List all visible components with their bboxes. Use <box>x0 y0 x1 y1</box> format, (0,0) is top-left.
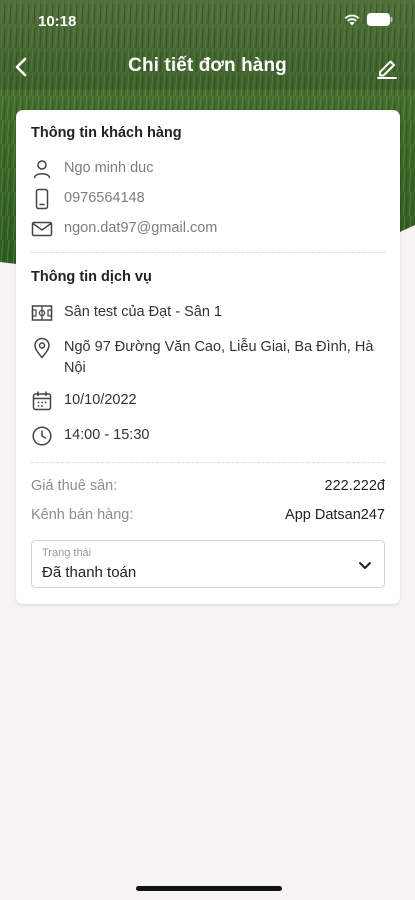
customer-section-title: Thông tin khách hàng <box>31 125 182 141</box>
channel-value: App Datsan247 <box>285 507 385 523</box>
phone-icon <box>35 188 49 210</box>
clock-icon <box>32 426 52 446</box>
customer-name-row: Ngo minh duc <box>31 158 385 180</box>
field-name-row: Sân test của Đạt - Sân 1 <box>31 302 385 324</box>
status-bar: 10:18 <box>0 0 415 44</box>
price-value: 222.222đ <box>324 478 385 494</box>
customer-email[interactable]: ngon.dat97@gmail.com <box>64 218 217 239</box>
field-name: Sân test của Đạt - Sân 1 <box>64 304 222 320</box>
address-row: Ngõ 97 Đường Văn Cao, Liễu Giai, Ba Đình… <box>31 337 385 379</box>
customer-email-row: ngon.dat97@gmail.com <box>31 218 385 240</box>
calendar-icon <box>32 391 52 411</box>
nav-bar: Chi tiết đơn hàng <box>0 48 415 88</box>
service-section-title: Thông tin dịch vụ <box>31 269 152 285</box>
customer-phone[interactable]: 0976564148 <box>64 188 145 209</box>
chevron-down-icon <box>359 562 371 569</box>
status-dropdown-label: Trạng thái <box>42 547 92 559</box>
booking-date: 10/10/2022 <box>64 392 137 408</box>
price-row: Giá thuê sân: 222.222đ <box>31 478 385 494</box>
section-divider <box>31 252 385 253</box>
edit-icon[interactable] <box>375 54 399 80</box>
time-row: 14:00 - 15:30 <box>31 425 385 447</box>
date-row: 10/10/2022 <box>31 390 385 412</box>
mail-icon <box>31 221 53 237</box>
system-icons <box>344 13 393 26</box>
status-dropdown-value: Đã thanh toán <box>42 564 137 581</box>
address-text: Ngõ 97 Đường Văn Cao, Liễu Giai, Ba Đình… <box>64 339 374 376</box>
user-icon <box>33 160 51 179</box>
channel-label: Kênh bán hàng: <box>31 507 134 523</box>
section-divider <box>31 462 385 463</box>
channel-row: Kênh bán hàng: App Datsan247 <box>31 507 385 523</box>
order-detail-card: Thông tin khách hàng Ngo minh duc 097656… <box>16 110 400 604</box>
field-icon <box>31 305 53 321</box>
location-icon <box>34 337 50 359</box>
page-title: Chi tiết đơn hàng <box>128 55 287 76</box>
booking-time: 14:00 - 15:30 <box>64 427 150 443</box>
wifi-icon <box>344 14 360 25</box>
customer-name: Ngo minh duc <box>64 160 154 176</box>
customer-phone-row: 0976564148 <box>31 188 385 210</box>
status-time: 10:18 <box>38 13 77 30</box>
home-indicator <box>136 886 282 891</box>
price-label: Giá thuê sân: <box>31 478 118 494</box>
battery-icon <box>367 13 393 26</box>
status-dropdown[interactable]: Trạng thái Đã thanh toán <box>31 540 385 588</box>
